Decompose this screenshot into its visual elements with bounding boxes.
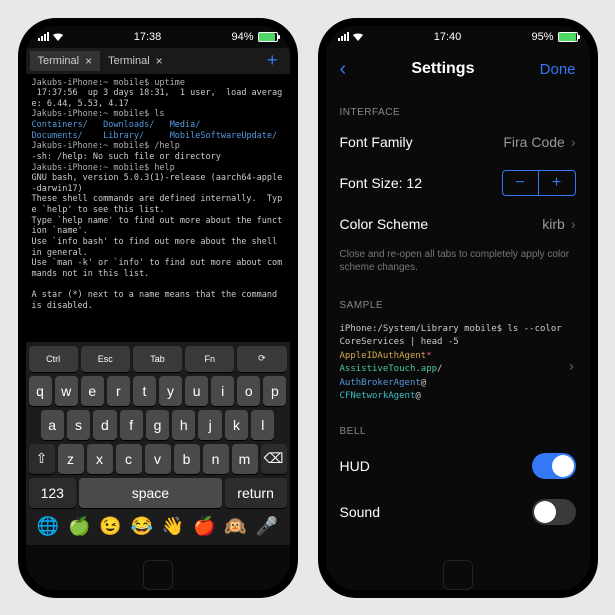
battery-icon: [558, 32, 578, 42]
key-x[interactable]: x: [87, 444, 113, 474]
screen-right: 17:40 95% ‹ Settings Done INTERFACE Font…: [326, 26, 590, 590]
status-time: 17:38: [134, 31, 162, 43]
status-bar: 17:38 94%: [26, 26, 290, 48]
status-time: 17:40: [434, 31, 462, 43]
tab-terminal-2[interactable]: Terminal×: [100, 51, 171, 71]
key-p[interactable]: p: [263, 376, 286, 406]
key-b[interactable]: b: [174, 444, 200, 474]
terminal-output[interactable]: Jakubs-iPhone:~ mobile$ uptime 17:37:56 …: [26, 74, 290, 342]
done-button[interactable]: Done: [540, 61, 576, 78]
key-w[interactable]: w: [55, 376, 78, 406]
key-j[interactable]: j: [198, 410, 221, 440]
sample-output[interactable]: › iPhone:/System/Library mobile$ ls --co…: [326, 317, 590, 410]
key-y[interactable]: y: [159, 376, 182, 406]
phone-right: 17:40 95% ‹ Settings Done INTERFACE Font…: [318, 18, 598, 598]
wifi-icon: [352, 32, 364, 41]
row-font-family[interactable]: Font Family Fira Code›: [326, 124, 590, 160]
emoji-key[interactable]: 🍎: [193, 516, 215, 537]
phone-left: 17:38 94% Terminal× Terminal× + Jakubs-i…: [18, 18, 298, 598]
home-button[interactable]: [438, 555, 478, 595]
key-ctrl[interactable]: Ctrl: [29, 346, 78, 372]
chevron-right-icon: ›: [571, 216, 576, 232]
key-o[interactable]: o: [237, 376, 260, 406]
toggle-hud[interactable]: [532, 453, 576, 479]
emoji-key[interactable]: 😂: [131, 516, 153, 537]
emoji-key[interactable]: 🎤: [256, 516, 278, 537]
key-r[interactable]: r: [107, 376, 130, 406]
key-fn[interactable]: Fn: [185, 346, 234, 372]
key-z[interactable]: z: [58, 444, 84, 474]
battery-icon: [258, 32, 278, 42]
key-space[interactable]: space: [79, 478, 222, 508]
key-a[interactable]: a: [41, 410, 64, 440]
wifi-icon: [52, 32, 64, 41]
tab-terminal-1[interactable]: Terminal×: [30, 51, 101, 71]
key-esc[interactable]: Esc: [81, 346, 130, 372]
settings-header: ‹ Settings Done: [326, 48, 590, 91]
close-icon[interactable]: ×: [85, 54, 92, 68]
emoji-key[interactable]: 🌐: [37, 516, 59, 537]
key-g[interactable]: g: [146, 410, 169, 440]
tabs-row: Terminal× Terminal× +: [26, 48, 290, 74]
row-hud: HUD: [326, 443, 590, 489]
key-k[interactable]: k: [225, 410, 248, 440]
screen-left: 17:38 94% Terminal× Terminal× + Jakubs-i…: [26, 26, 290, 590]
section-interface: INTERFACE: [326, 91, 590, 124]
signal-icon: [38, 32, 49, 41]
page-title: Settings: [411, 60, 474, 78]
row-color-scheme[interactable]: Color Scheme kirb›: [326, 206, 590, 242]
key-m[interactable]: m: [232, 444, 258, 474]
emoji-key[interactable]: 😉: [99, 516, 121, 537]
hint-text: Close and re-open all tabs to completely…: [326, 242, 590, 284]
battery-pct: 95%: [531, 31, 553, 43]
emoji-key[interactable]: 👋: [162, 516, 184, 537]
key-⇧[interactable]: ⇧: [29, 444, 55, 474]
font-size-stepper: − +: [502, 170, 576, 196]
row-sound: Sound: [326, 489, 590, 535]
chevron-right-icon: ›: [567, 357, 575, 378]
row-font-size: Font Size: 12 − +: [326, 160, 590, 206]
emoji-key[interactable]: 🍏: [68, 516, 90, 537]
key-n[interactable]: n: [203, 444, 229, 474]
add-tab-button[interactable]: +: [259, 50, 286, 71]
back-button[interactable]: ‹: [340, 58, 347, 81]
stepper-minus[interactable]: −: [503, 171, 539, 195]
toggle-sound[interactable]: [532, 499, 576, 525]
home-button[interactable]: [138, 555, 178, 595]
key-tab[interactable]: Tab: [133, 346, 182, 372]
signal-icon: [338, 32, 349, 41]
key-l[interactable]: l: [251, 410, 274, 440]
key-v[interactable]: v: [145, 444, 171, 474]
close-icon[interactable]: ×: [156, 54, 163, 68]
keyboard: CtrlEscTabFn⟳ qwertyuiop asdfghjkl ⇧zxcv…: [26, 342, 290, 545]
section-bell: BELL: [326, 410, 590, 443]
key-q[interactable]: q: [29, 376, 52, 406]
battery-pct: 94%: [231, 31, 253, 43]
emoji-key[interactable]: 🙉: [224, 516, 246, 537]
key-h[interactable]: h: [172, 410, 195, 440]
key-s[interactable]: s: [67, 410, 90, 440]
chevron-right-icon: ›: [571, 134, 576, 150]
key-i[interactable]: i: [211, 376, 234, 406]
key-⌫[interactable]: ⌫: [261, 444, 287, 474]
key-c[interactable]: c: [116, 444, 142, 474]
section-sample: SAMPLE: [326, 284, 590, 317]
key-f[interactable]: f: [120, 410, 143, 440]
key-⟳[interactable]: ⟳: [237, 346, 286, 372]
key-u[interactable]: u: [185, 376, 208, 406]
key-t[interactable]: t: [133, 376, 156, 406]
key-d[interactable]: d: [93, 410, 116, 440]
key-return[interactable]: return: [225, 478, 287, 508]
status-bar: 17:40 95%: [326, 26, 590, 48]
key-e[interactable]: e: [81, 376, 104, 406]
key-123[interactable]: 123: [29, 478, 77, 508]
stepper-plus[interactable]: +: [539, 171, 575, 195]
